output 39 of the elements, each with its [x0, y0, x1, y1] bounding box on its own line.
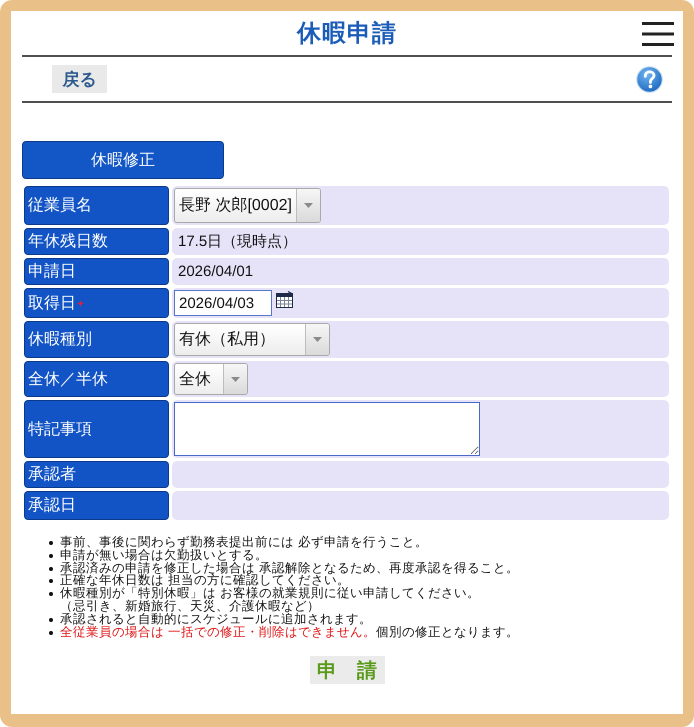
field-label: 申請日: [28, 261, 76, 282]
dropdown[interactable]: 長野 次郎[0002]: [174, 188, 321, 223]
field-label: 全休／半休: [28, 368, 108, 390]
text-area-field[interactable]: [174, 402, 480, 456]
help-icon[interactable]: [636, 66, 663, 93]
dropdown[interactable]: 有休（私用）: [174, 323, 330, 356]
date-field[interactable]: 2026/04/03: [174, 290, 272, 316]
field-label: 従業員名: [28, 195, 92, 216]
caret-icon: [231, 376, 240, 382]
caret-icon: [304, 203, 313, 208]
bullet-icon: [49, 579, 53, 584]
caret-icon: [313, 337, 322, 342]
field-label: 承認者: [28, 464, 76, 485]
dropdown[interactable]: 全休: [174, 363, 248, 395]
bullet-icon: [49, 554, 53, 558]
field-label: 承認日: [28, 495, 76, 516]
bullet-icon: [49, 566, 53, 571]
field-label: 休暇種別: [28, 329, 92, 350]
field-label: 特記事項: [28, 418, 92, 440]
note-text: 休暇種別が「特別休暇」は お客様の就業規則に従い申請してください。 （忌引き、新婚旅行、天災、介護休暇など）: [60, 587, 480, 613]
calendar-icon[interactable]: [276, 291, 293, 308]
bullet-icon: [49, 630, 53, 635]
mode-button[interactable]: 休暇修正: [22, 141, 224, 179]
field-label: 年休残日数: [28, 231, 108, 252]
note-text: 承認済みの申請を修正した場合は 承認解除となるため、再度承認を得ること。: [60, 562, 519, 574]
note-text: 全従業員の場合は 一括での修正・削除はできません。個別の修正となります。: [60, 626, 519, 638]
note-text: 事前、事後に関わらず勤務表提出前には 必ず申請を行うこと。: [60, 536, 428, 549]
note-text: 申請が無い場合は欠勤扱いとする。: [60, 548, 268, 562]
bullet-icon: [49, 592, 53, 596]
note-text: 正確な年休日数は 担当の方に確認してください。: [60, 574, 350, 588]
page-title: 休暇申請: [297, 18, 397, 49]
value-text: 17.5日（現時点）: [177, 232, 298, 251]
bullet-icon: [49, 618, 53, 622]
back-button[interactable]: 戻る: [52, 65, 107, 93]
field-label: 取得日: [28, 292, 76, 314]
note-text: 承認されると自動的にスケジュールに追加されます。: [60, 612, 372, 626]
menu-icon[interactable]: [642, 22, 674, 46]
bullet-icon: [49, 541, 53, 545]
value-text: 2026/04/01: [177, 263, 254, 280]
